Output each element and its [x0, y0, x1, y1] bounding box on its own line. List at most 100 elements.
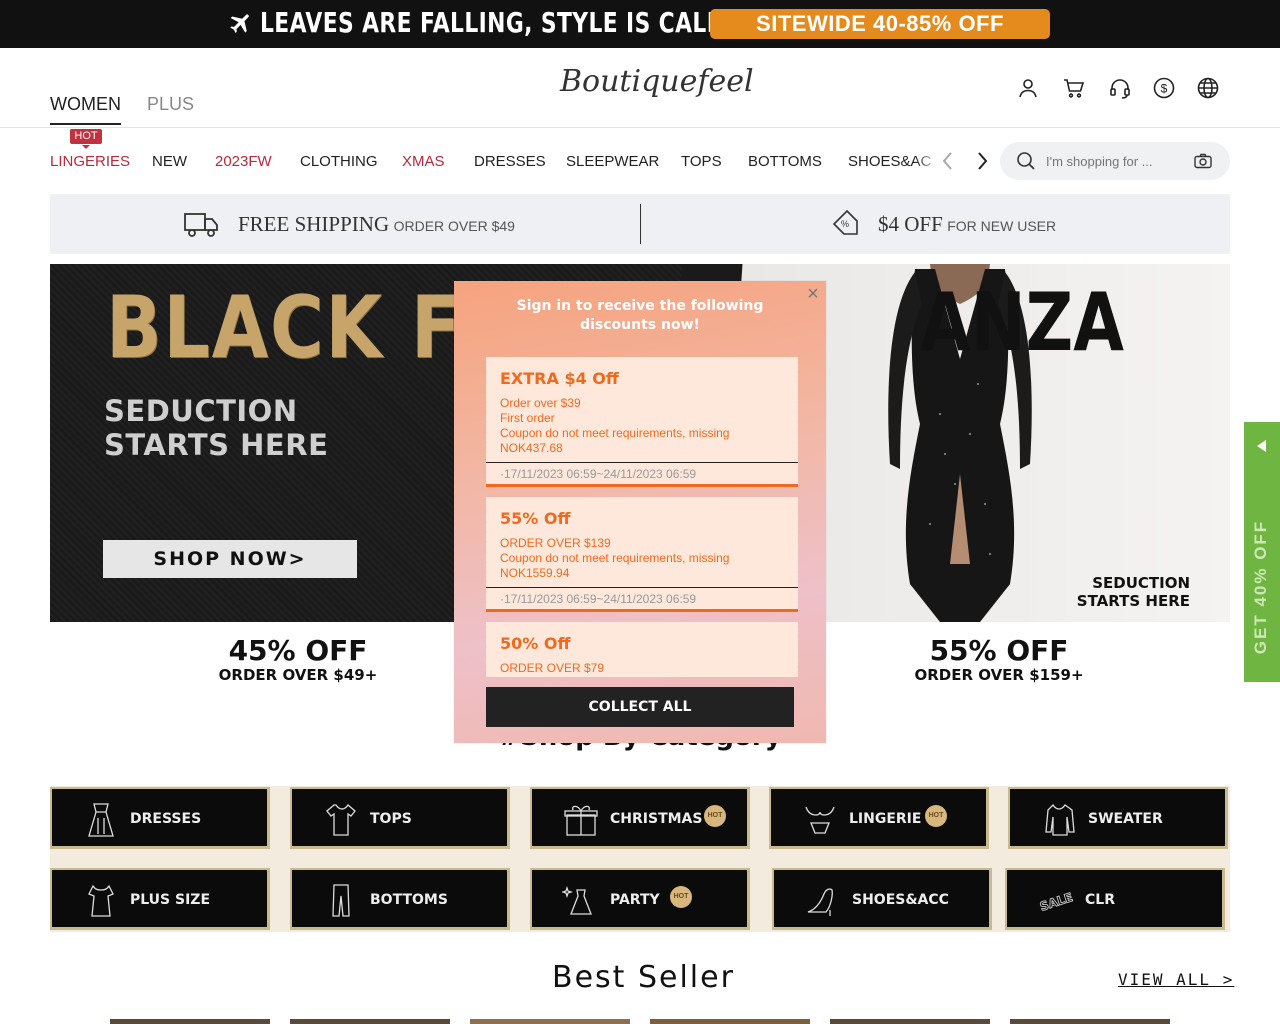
- coupon-separator: [486, 462, 798, 463]
- collect-all-button[interactable]: COLLECT ALL: [486, 687, 794, 727]
- announcement-bar[interactable]: LEAVES ARE FALLING, STYLE IS CALLING! SI…: [0, 0, 1280, 48]
- category-clr[interactable]: SALE CLR: [1005, 868, 1225, 930]
- coupon-title: 50% Off: [500, 634, 571, 653]
- coupon-bottom-border: [486, 484, 798, 487]
- product-thumbnail[interactable]: [650, 1019, 810, 1024]
- coupon-validity: ·17/11/2023 06:59~24/11/2023 06:59: [500, 592, 697, 606]
- site-logo[interactable]: Boutiquefeel: [560, 64, 754, 108]
- category-plus-size[interactable]: PLUS SIZE: [50, 868, 270, 930]
- search-icon[interactable]: [1016, 151, 1036, 171]
- currency-icon[interactable]: $: [1152, 76, 1176, 100]
- nav-item-dresses[interactable]: DRESSES: [474, 153, 546, 170]
- nav-item-tops[interactable]: TOPS: [681, 153, 722, 170]
- nav-item-xmas[interactable]: XMAS: [402, 153, 445, 170]
- product-thumbnail[interactable]: [110, 1019, 270, 1024]
- product-thumbnail[interactable]: [290, 1019, 450, 1024]
- nav-fade: [915, 148, 940, 176]
- get-discount-side-tab[interactable]: GET 40% OFF: [1244, 422, 1280, 682]
- category-tops[interactable]: TOPS: [290, 787, 510, 849]
- nav-item-2023fw[interactable]: 2023FW: [215, 153, 272, 170]
- category-lingerie[interactable]: LINGERIE HOT: [769, 787, 989, 849]
- coupon-bottom-border: [486, 609, 798, 612]
- shop-now-button[interactable]: SHOP NOW>: [103, 540, 357, 578]
- divider: [640, 204, 641, 244]
- shipping-bar: FREE SHIPPING ORDER OVER $49 % $4 OFF FO…: [50, 194, 1230, 254]
- user-icon[interactable]: [1016, 76, 1040, 100]
- category-dresses[interactable]: DRESSES: [50, 787, 270, 849]
- banner-headline-right: ANZA: [920, 276, 1125, 369]
- cart-icon[interactable]: [1062, 76, 1086, 100]
- party-dress-icon: [562, 885, 592, 915]
- chevron-right-icon[interactable]: [974, 151, 990, 171]
- hot-badge: HOT: [670, 886, 692, 908]
- hot-badge: HOT: [704, 805, 726, 827]
- plus-size-dress-icon: [88, 884, 114, 917]
- coupon-tag-icon: %: [832, 209, 858, 235]
- modal-title: Sign in to receive the following discoun…: [516, 298, 764, 333]
- tab-women[interactable]: WOMEN: [50, 94, 121, 125]
- product-thumbnail[interactable]: [470, 1019, 630, 1024]
- top-icon: [326, 804, 356, 836]
- coupon-card[interactable]: EXTRA $4 Off Order over $39 First order …: [486, 357, 798, 487]
- svg-text:$: $: [1161, 82, 1168, 96]
- collapse-arrow-icon[interactable]: [1257, 440, 1266, 452]
- hot-badge: HOT: [70, 129, 102, 149]
- banner-seduction-left: SEDUCTION STARTS HERE: [104, 394, 329, 462]
- coupon-title: EXTRA $4 Off: [500, 369, 619, 388]
- offer-condition: ORDER OVER $49+: [218, 666, 378, 684]
- product-thumbnail[interactable]: [830, 1019, 990, 1024]
- offer-condition: ORDER OVER $159+: [914, 666, 1084, 684]
- announcement-slogan: LEAVES ARE FALLING, STYLE IS CALLING!: [260, 6, 777, 39]
- coupon-card[interactable]: 55% Off ORDER OVER $139 Coupon do not me…: [486, 497, 798, 612]
- site-header: WOMEN PLUS Boutiquefeel $: [0, 48, 1280, 128]
- coupon-warning: Coupon do not meet requirements, missing…: [500, 551, 730, 580]
- nav-item-sleepwear[interactable]: SLEEPWEAR: [566, 153, 659, 170]
- coupon-separator: [486, 587, 798, 588]
- offer-45[interactable]: 45% OFF ORDER OVER $49+: [208, 634, 388, 685]
- nav-item-bottoms[interactable]: BOTTOMS: [748, 153, 822, 170]
- headset-icon[interactable]: [1108, 76, 1132, 100]
- category-shoes-acc[interactable]: SHOES&ACC: [772, 868, 992, 930]
- offer-55[interactable]: 55% OFF ORDER OVER $159+: [904, 634, 1094, 685]
- offer-percent: 55% OFF: [929, 634, 1069, 667]
- search-input[interactable]: [1046, 151, 1176, 171]
- new-user-offer-text: $4 OFF FOR NEW USER: [878, 212, 1057, 236]
- coupon-list[interactable]: EXTRA $4 Off Order over $39 First order …: [486, 357, 798, 677]
- nav-item-new[interactable]: NEW: [152, 153, 187, 170]
- close-icon[interactable]: ×: [803, 284, 823, 304]
- coupon-condition: ORDER OVER $79: [500, 661, 605, 675]
- truck-icon: [184, 213, 218, 237]
- coupon-validity: ·17/11/2023 06:59~24/11/2023 06:59: [500, 467, 697, 481]
- banner-seduction-right: SEDUCTION STARTS HERE: [1076, 574, 1190, 610]
- dress-icon: [88, 803, 114, 837]
- sweater-icon: [1045, 803, 1075, 836]
- sitewide-promo[interactable]: SITEWIDE 40-85% OFF: [710, 9, 1050, 39]
- view-all-link[interactable]: VIEW ALL >: [1118, 970, 1234, 989]
- globe-icon[interactable]: [1196, 76, 1220, 100]
- tab-plus[interactable]: PLUS: [147, 94, 194, 115]
- nav-item-clothing[interactable]: CLOTHING: [300, 153, 378, 170]
- coupon-condition: ORDER OVER $139: [500, 536, 611, 550]
- chevron-left-icon[interactable]: [940, 151, 956, 171]
- category-bottoms[interactable]: BOTTOMS: [290, 868, 510, 930]
- coupon-condition: First order: [500, 411, 555, 425]
- lingerie-icon: [805, 806, 835, 834]
- category-sweater[interactable]: SWEATER: [1008, 787, 1228, 849]
- free-shipping-text: FREE SHIPPING ORDER OVER $49: [238, 212, 515, 236]
- hot-badge: HOT: [925, 805, 947, 827]
- category-christmas[interactable]: CHRISTMAS HOT: [530, 787, 750, 849]
- coupon-title: 55% Off: [500, 509, 571, 528]
- signin-discount-modal: × Sign in to receive the following disco…: [454, 281, 826, 743]
- heel-shoe-icon: [807, 888, 833, 916]
- nav-item-lingeries[interactable]: LINGERIES: [50, 153, 130, 170]
- coupon-card[interactable]: 50% Off ORDER OVER $79: [486, 622, 798, 677]
- svg-text:SALE: SALE: [1038, 890, 1074, 914]
- category-party[interactable]: PARTY HOT: [530, 868, 750, 930]
- coupon-condition: Order over $39: [500, 396, 581, 410]
- sale-icon: SALE: [1038, 890, 1075, 915]
- best-seller-title: Best Seller: [552, 960, 735, 995]
- search-box[interactable]: [1000, 142, 1230, 180]
- offer-percent: 45% OFF: [228, 634, 368, 667]
- camera-icon[interactable]: [1194, 153, 1212, 169]
- product-thumbnail[interactable]: [1010, 1019, 1170, 1024]
